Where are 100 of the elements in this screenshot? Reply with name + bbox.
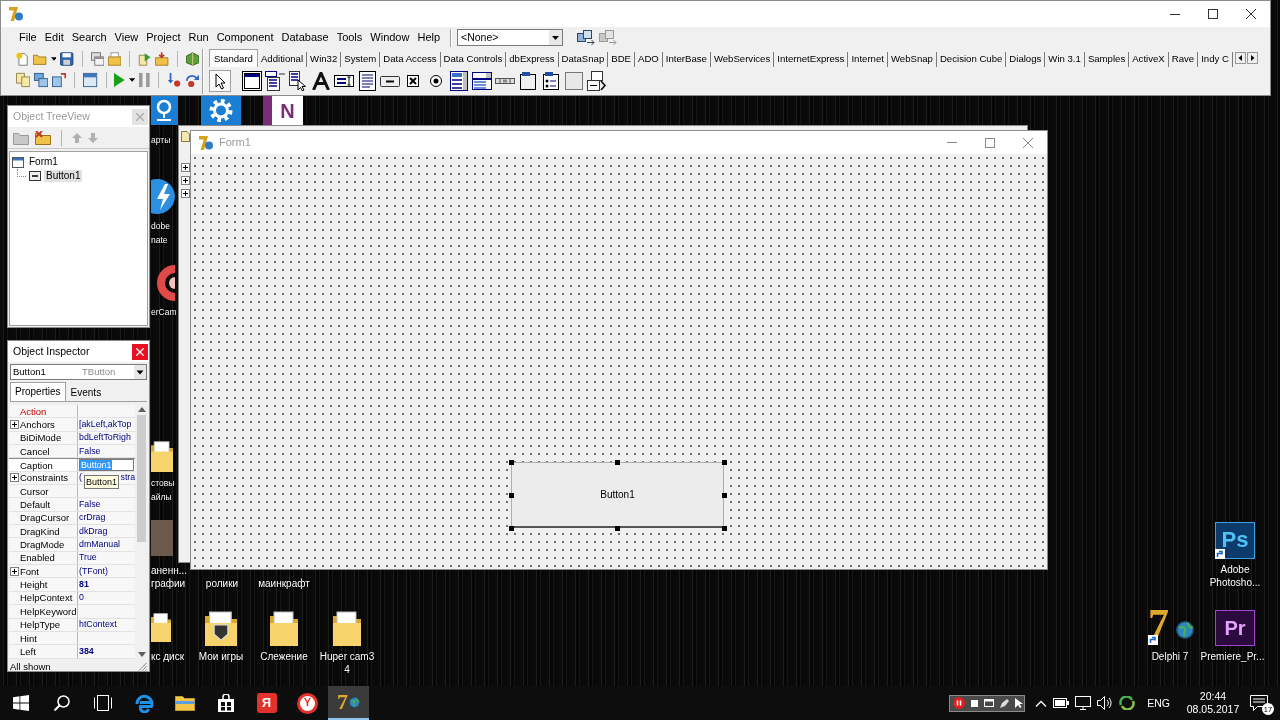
letter-a-icon[interactable] bbox=[312, 72, 330, 90]
menu-item[interactable]: Window bbox=[366, 29, 414, 46]
document-arrow-icon[interactable] bbox=[138, 51, 152, 67]
pointer-icon[interactable] bbox=[209, 70, 231, 92]
property-row[interactable]: HelpKeyword bbox=[9, 605, 136, 619]
action-list-icon[interactable] bbox=[587, 71, 607, 91]
expand-box-icon[interactable] bbox=[181, 176, 190, 185]
resize-handle[interactable] bbox=[722, 526, 727, 531]
icon-label[interactable]: Adobe bbox=[1220, 563, 1250, 576]
book-icon[interactable] bbox=[185, 51, 199, 67]
icon-label[interactable]: маинкрафт bbox=[258, 577, 310, 590]
palette-tab[interactable]: Standard bbox=[209, 49, 258, 67]
folder-icon[interactable] bbox=[151, 440, 173, 472]
scroll-thumb[interactable] bbox=[137, 415, 147, 542]
combo-box-icon[interactable] bbox=[472, 72, 492, 90]
blocks-arrow-icon[interactable] bbox=[577, 29, 596, 46]
battery-icon[interactable] bbox=[1053, 698, 1070, 708]
record-icon[interactable] bbox=[953, 697, 966, 709]
palette-tab[interactable]: Rave bbox=[1168, 52, 1199, 67]
window-arrow-icon[interactable] bbox=[52, 72, 67, 88]
taskbar-button[interactable]: Y bbox=[287, 686, 328, 720]
palette-tab[interactable]: Dialogs bbox=[1006, 52, 1046, 67]
folder-icon[interactable] bbox=[333, 610, 361, 646]
menu-item[interactable]: File bbox=[15, 29, 41, 46]
panel-icon[interactable] bbox=[565, 72, 583, 90]
cursor-icon[interactable] bbox=[1015, 698, 1024, 708]
radio-button-icon[interactable] bbox=[430, 75, 442, 87]
folder-icon[interactable] bbox=[270, 610, 298, 646]
icon-label[interactable]: Huper cam3 bbox=[319, 650, 375, 663]
popup-menu-icon[interactable] bbox=[289, 71, 307, 91]
menu-item[interactable]: Run bbox=[184, 29, 213, 46]
menu-item[interactable]: Edit bbox=[40, 29, 68, 46]
icon-label[interactable]: Мои игры bbox=[198, 650, 244, 663]
app-tile[interactable]: N bbox=[263, 96, 303, 125]
resize-handle[interactable] bbox=[722, 460, 727, 465]
resize-handle[interactable] bbox=[509, 493, 514, 498]
expand-box-icon[interactable] bbox=[10, 566, 19, 576]
list-box-icon[interactable] bbox=[450, 71, 468, 91]
gear-tile-icon[interactable] bbox=[201, 96, 241, 125]
property-row[interactable]: DragKind dkDrag bbox=[9, 525, 136, 539]
monitor-icon[interactable] bbox=[1075, 696, 1092, 710]
icon-label[interactable]: арты bbox=[151, 133, 171, 147]
palette-tab[interactable]: WebSnap bbox=[887, 52, 937, 67]
expand-box-icon[interactable] bbox=[181, 163, 190, 172]
scroll-bar-icon[interactable] bbox=[495, 78, 515, 84]
palette-tab[interactable]: WebServices bbox=[710, 52, 775, 67]
icon-label[interactable]: Premiere_Pr... bbox=[1200, 650, 1265, 663]
property-row[interactable]: Default False bbox=[9, 498, 136, 512]
icon-label[interactable]: аненн... bbox=[151, 564, 188, 577]
clock-date[interactable]: 08.05.2017 bbox=[1186, 703, 1240, 716]
palette-tab[interactable]: Win 3.1 bbox=[1045, 52, 1085, 67]
form-button[interactable]: Button1 bbox=[511, 462, 724, 528]
icon-label[interactable]: Delphi 7 bbox=[1151, 650, 1189, 663]
document-icon[interactable] bbox=[16, 51, 30, 67]
folder-document-icon[interactable] bbox=[107, 51, 122, 67]
property-row[interactable]: DragMode dmManual bbox=[9, 538, 136, 552]
menu-item[interactable]: Search bbox=[67, 29, 111, 46]
window-icon[interactable] bbox=[83, 72, 98, 88]
expand-box-icon[interactable] bbox=[10, 473, 19, 483]
arrow-down-icon[interactable] bbox=[137, 652, 146, 657]
inspector-tab[interactable]: Properties bbox=[10, 382, 66, 401]
menu-item[interactable]: View bbox=[110, 29, 143, 46]
arrow-right-icon[interactable] bbox=[1246, 51, 1258, 64]
menu-item[interactable]: Tools bbox=[332, 29, 367, 46]
resize-handle[interactable] bbox=[509, 460, 514, 465]
property-row[interactable]: Left 384 bbox=[9, 645, 136, 659]
pen-icon[interactable] bbox=[1000, 698, 1010, 708]
checkbox-icon[interactable] bbox=[407, 75, 419, 87]
taskbar-button[interactable]: 7 bbox=[328, 686, 369, 720]
group-box-icon[interactable] bbox=[520, 72, 536, 90]
resize-handle[interactable] bbox=[509, 526, 514, 531]
chevron-up-icon[interactable] bbox=[1035, 699, 1048, 707]
icon-label[interactable]: Photosho... bbox=[1209, 576, 1261, 589]
palette-tab[interactable]: BDE bbox=[608, 52, 635, 67]
pin-tile-icon[interactable] bbox=[151, 96, 178, 125]
icon-label[interactable]: nate bbox=[151, 233, 168, 247]
folder-emblem-icon[interactable] bbox=[205, 610, 237, 646]
palette-tab[interactable]: Win32 bbox=[307, 52, 342, 67]
property-row[interactable]: Cursor bbox=[9, 485, 136, 499]
windows-icon[interactable] bbox=[34, 72, 49, 88]
resize-handle[interactable] bbox=[615, 526, 620, 531]
windows-icon[interactable] bbox=[90, 51, 104, 67]
sync-icon[interactable] bbox=[1119, 696, 1136, 710]
expand-box-icon[interactable] bbox=[10, 420, 19, 429]
palette-tab[interactable]: System bbox=[341, 52, 381, 67]
icon-label[interactable]: айлы bbox=[151, 490, 172, 504]
palette-tab[interactable]: Decision Cube bbox=[936, 52, 1007, 67]
palette-tab[interactable]: InterBase bbox=[662, 52, 711, 67]
radio-group-icon[interactable] bbox=[543, 72, 559, 90]
folder-cross-icon[interactable] bbox=[35, 130, 51, 145]
icon-label[interactable]: dobe bbox=[151, 219, 170, 233]
palette-tab[interactable]: Data Access bbox=[380, 52, 441, 67]
taskbar-button[interactable]: Я bbox=[246, 686, 287, 720]
menu-item[interactable]: Component bbox=[212, 29, 278, 46]
inspector-tab[interactable]: Events bbox=[65, 384, 107, 401]
property-row[interactable]: Cancel False bbox=[9, 445, 136, 459]
app-tile[interactable]: Ps bbox=[1215, 522, 1255, 559]
arrow-left-icon[interactable] bbox=[1234, 51, 1246, 64]
step-into-icon[interactable] bbox=[166, 72, 181, 88]
property-row[interactable]: Font (TFont) bbox=[9, 565, 136, 579]
